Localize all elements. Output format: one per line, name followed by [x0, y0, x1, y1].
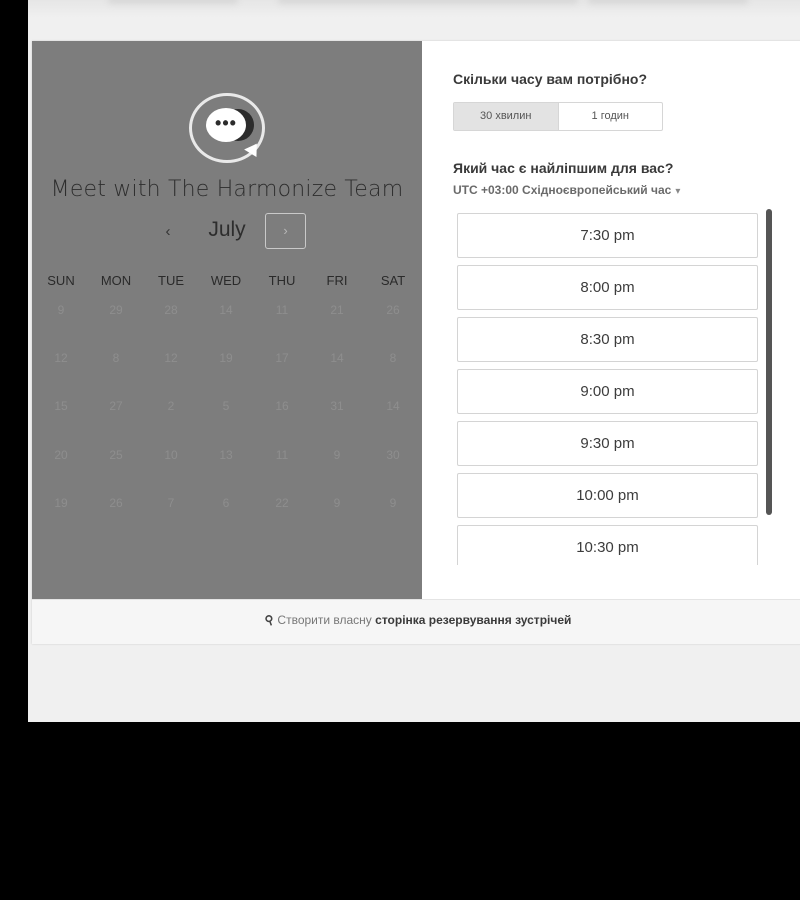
- time-question: Який час є найліпшим для вас?: [453, 160, 674, 176]
- time-slot-button[interactable]: 8:30 pm: [457, 317, 758, 362]
- calendar-day: 31: [330, 399, 344, 413]
- calendar-day: 20: [54, 448, 68, 462]
- calendar-day: 10: [164, 448, 178, 462]
- calendar-day: 7: [167, 496, 175, 510]
- calendar-day: 8: [112, 351, 120, 365]
- calendar-day: 22: [275, 496, 289, 510]
- time-slot-button[interactable]: 9:00 pm: [457, 369, 758, 414]
- calendar-day: 12: [54, 351, 68, 365]
- time-slot-list[interactable]: 7:30 pm 8:00 pm 8:30 pm 9:00 pm 9:30 pm …: [457, 213, 758, 565]
- calendar-day: 16: [275, 399, 289, 413]
- calendar-day: 15: [54, 399, 68, 413]
- time-slot-button[interactable]: 7:30 pm: [457, 213, 758, 258]
- calendar-day: 11: [275, 303, 289, 317]
- time-slot-button[interactable]: 10:00 pm: [457, 473, 758, 518]
- booking-screen: ••• Meet with The Harmonize Team ‹ July …: [28, 0, 800, 722]
- calendar-panel: ••• Meet with The Harmonize Team ‹ July …: [32, 41, 422, 599]
- weekday-label: TUE: [158, 273, 184, 288]
- weekday-label: THU: [268, 273, 296, 288]
- booking-panel: Скільки часу вам потрібно? 30 хвилин 1 г…: [422, 41, 800, 599]
- calendar-day: 27: [109, 399, 123, 413]
- calendar-day: 9: [57, 303, 65, 317]
- chat-bubble-icon: •••: [206, 108, 262, 161]
- calendar-day: 21: [330, 303, 344, 317]
- duration-toggle: 30 хвилин 1 годин: [453, 102, 663, 131]
- calendar-day: 19: [219, 351, 233, 365]
- timezone-label: UTC +03:00 Східноєвропейський час: [453, 183, 672, 197]
- weekday-label: WED: [210, 273, 242, 288]
- weekday-label: MON: [100, 273, 132, 288]
- calendar-day: 26: [386, 303, 400, 317]
- month-navigation: ‹ July ›: [32, 212, 422, 252]
- timezone-selector[interactable]: UTC +03:00 Східноєвропейський час ▾: [453, 183, 680, 197]
- calendar-day: 28: [164, 303, 178, 317]
- time-slot-button[interactable]: 9:30 pm: [457, 421, 758, 466]
- previous-month-button[interactable]: ‹: [158, 220, 178, 244]
- footer-link[interactable]: сторінка резервування зустрічей: [375, 613, 571, 627]
- weekday-label: FRI: [326, 273, 348, 288]
- weekday-header: SUN MON TUE WED THU FRI SAT: [32, 273, 422, 293]
- meeting-title: Meet with The Harmonize Team: [50, 177, 404, 202]
- calendar-day: 2: [167, 399, 175, 413]
- calendar-day: 8: [389, 351, 397, 365]
- calendar-day: 14: [330, 351, 344, 365]
- booking-card: ••• Meet with The Harmonize Team ‹ July …: [32, 41, 800, 644]
- top-header-blur: [28, 0, 800, 18]
- next-month-button[interactable]: ›: [265, 213, 306, 249]
- team-avatar: •••: [189, 93, 265, 163]
- duration-1-hour-option[interactable]: 1 годин: [559, 103, 663, 130]
- calendar-day: 5: [222, 399, 230, 413]
- calendar-day: 26: [109, 496, 123, 510]
- calendar-day: 13: [219, 448, 233, 462]
- footer: ⚲ Створити власну сторінка резервування з…: [32, 599, 800, 644]
- calendar-day: 9: [333, 496, 341, 510]
- calendar-day: 6: [222, 496, 230, 510]
- calendar-day: 14: [219, 303, 233, 317]
- calendar-day: 14: [386, 399, 400, 413]
- slot-list-scrollbar[interactable]: [766, 209, 772, 515]
- calendar-day: 9: [389, 496, 397, 510]
- calendar-day: 9: [333, 448, 341, 462]
- duration-30-min-option[interactable]: 30 хвилин: [454, 103, 559, 130]
- footer-prefix: Створити власну: [277, 613, 372, 627]
- weekday-label: SUN: [47, 273, 75, 288]
- calendar-day: 19: [54, 496, 68, 510]
- time-slot-button[interactable]: 10:30 pm: [457, 525, 758, 565]
- chevron-down-icon: ▾: [675, 186, 681, 197]
- weekday-label: SAT: [380, 273, 406, 288]
- month-label: July: [208, 218, 246, 241]
- time-slot-button[interactable]: 8:00 pm: [457, 265, 758, 310]
- calendar-day: 25: [109, 448, 123, 462]
- calendar-day: 11: [275, 448, 289, 462]
- calendar-day: 30: [386, 448, 400, 462]
- duration-question: Скільки часу вам потрібно?: [453, 71, 648, 87]
- calendar-day: 17: [275, 351, 289, 365]
- calendar-day: 29: [109, 303, 123, 317]
- calendar-day: 12: [164, 351, 178, 365]
